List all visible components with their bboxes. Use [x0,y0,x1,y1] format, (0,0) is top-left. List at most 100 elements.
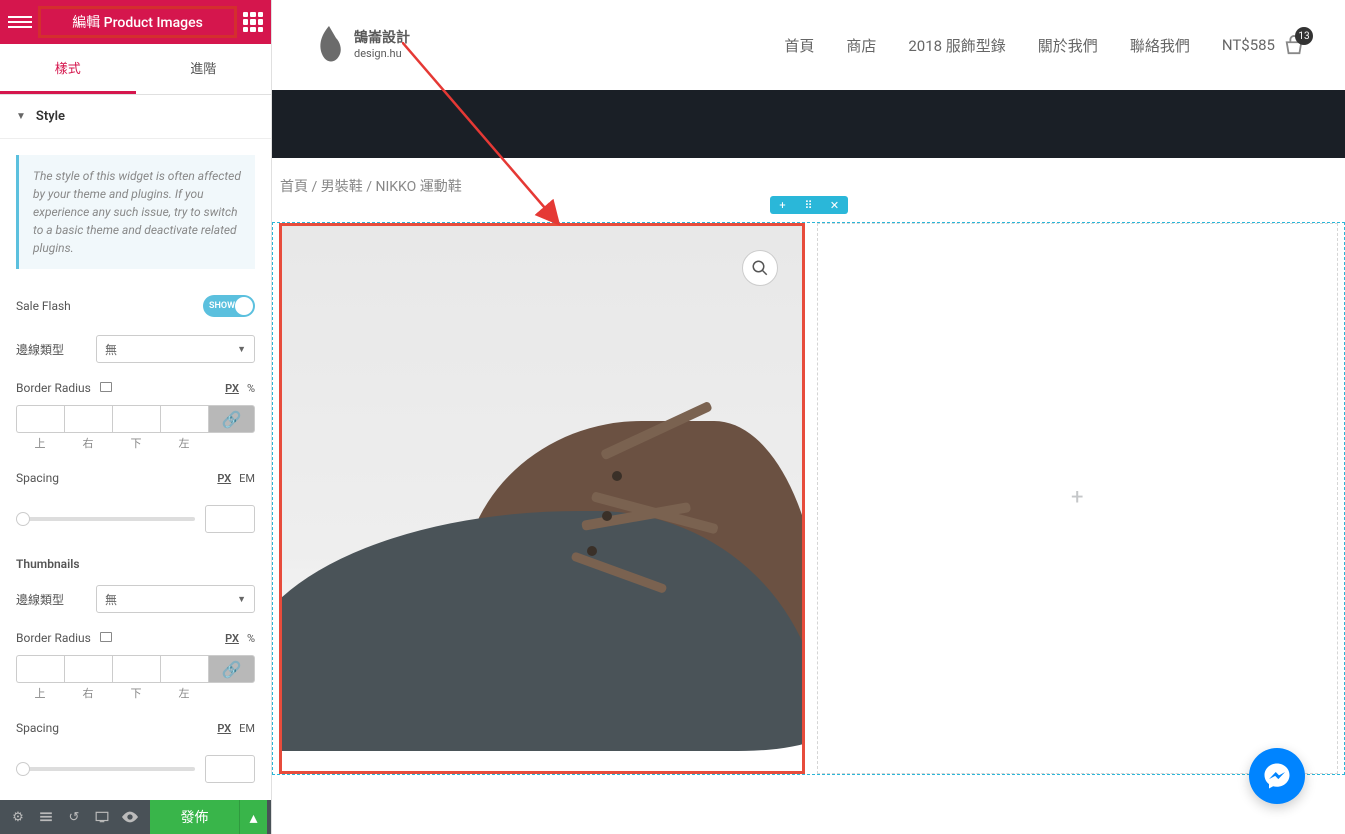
border-radius-row: Border Radius PX % [0,371,271,405]
thumb-spacing-label: Spacing [16,721,59,735]
spacing-row: Spacing PX EM [0,461,271,495]
thumb-spacing-value[interactable] [205,755,255,783]
thumb-link-values-button[interactable]: 🔗 [208,655,255,683]
radius-top[interactable] [16,405,64,433]
unit-percent[interactable]: % [247,632,255,645]
chevron-down-icon: ▼ [16,111,26,122]
preview-icon[interactable] [116,803,144,831]
sidebar-content: ▼ Style The style of this widget is ofte… [0,95,271,800]
unit-em[interactable]: EM [239,472,255,485]
drag-section-handle[interactable]: ⠿ [796,196,822,214]
theme-warning-note: The style of this widget is often affect… [16,155,255,269]
nav-shop[interactable]: 商店 [846,35,876,56]
responsive-icon[interactable] [100,632,112,642]
thumb-radius-right[interactable] [64,655,112,683]
spacing-slider-row [0,495,271,543]
site-logo[interactable]: 鵠崙設計 design.hu [312,24,410,66]
product-images-widget[interactable]: ⛶ ✎ [279,223,805,774]
hamburger-icon[interactable] [8,11,32,33]
unit-px[interactable]: PX [225,632,239,645]
thumb-radius-top[interactable] [16,655,64,683]
hero-banner [272,90,1345,158]
section-row: ⛶ ✎ + [272,222,1345,775]
panel-tabs: 樣式 進階 [0,44,271,95]
thumb-radius-bottom[interactable] [112,655,160,683]
remove-section-button[interactable]: ✕ [822,196,848,214]
unit-em[interactable]: EM [239,722,255,735]
sidebar-header: 編輯 Product Images [0,0,271,44]
logo-sub-text: design.hu [354,47,410,60]
accordion-style-label: Style [36,109,65,124]
section-handles: + ⠿ ✕ [770,196,848,214]
radius-right[interactable] [64,405,112,433]
thumb-border-type-select[interactable]: 無 ▼ [96,585,255,613]
thumb-spacing-row: Spacing PX EM [0,711,271,745]
spacing-slider[interactable] [16,517,195,521]
thumb-spacing-slider-row [0,745,271,793]
publish-button[interactable]: 發佈 [150,800,239,834]
border-radius-label: Border Radius [16,381,91,395]
border-type-row: 邊線類型 無 ▼ [0,327,271,371]
breadcrumb-home[interactable]: 首頁 [280,179,308,195]
chevron-down-icon: ▼ [237,594,246,605]
main-nav: 首頁 商店 2018 服飾型錄 關於我們 聯絡我們 NT$585 13 [784,35,1305,56]
radius-bottom[interactable] [112,405,160,433]
sale-flash-control: Sale Flash SHOW [0,285,271,327]
empty-column[interactable]: + [817,223,1339,774]
thumb-border-type-row: 邊線類型 無 ▼ [0,577,271,621]
thumb-border-type-label: 邊線類型 [16,591,66,608]
link-values-button[interactable]: 🔗 [208,405,255,433]
thumb-border-radius-label: Border Radius [16,631,91,645]
spacing-value[interactable] [205,505,255,533]
widget-title: 編輯 Product Images [38,6,237,38]
add-widget-placeholder[interactable]: + [818,224,1338,771]
sidebar-footer: ⚙ ↺ 發佈 ▴ [0,800,271,834]
shoe-image [282,371,802,751]
breadcrumb-category[interactable]: 男裝鞋 [321,179,363,195]
spacing-label: Spacing [16,471,59,485]
site-header: 鵠崙設計 design.hu 首頁 商店 2018 服飾型錄 關於我們 聯絡我們… [272,0,1345,90]
chevron-down-icon: ▼ [237,344,246,355]
navigator-icon[interactable] [32,803,60,831]
radius-left[interactable] [160,405,208,433]
unit-px[interactable]: PX [217,472,231,485]
border-type-label: 邊線類型 [16,341,66,358]
slider-thumb[interactable] [16,762,30,776]
unit-px[interactable]: PX [217,722,231,735]
nav-about[interactable]: 關於我們 [1038,35,1098,56]
border-radius-inputs: 🔗 [0,405,271,433]
history-icon[interactable]: ↺ [60,803,88,831]
cart[interactable]: NT$585 13 [1222,35,1305,55]
editor-sidebar: 編輯 Product Images 樣式 進階 ▼ Style The styl… [0,0,272,834]
plus-icon: + [1071,485,1083,510]
responsive-mode-icon[interactable] [88,803,116,831]
publish-dropdown[interactable]: ▴ [239,800,267,834]
preview-canvas: 鵠崙設計 design.hu 首頁 商店 2018 服飾型錄 關於我們 聯絡我們… [272,0,1345,834]
responsive-icon[interactable] [100,382,112,392]
sale-flash-label: Sale Flash [16,299,71,313]
zoom-icon[interactable] [742,250,778,286]
nav-catalog[interactable]: 2018 服飾型錄 [908,35,1005,56]
product-image [282,226,802,771]
nav-contact[interactable]: 聯絡我們 [1130,35,1190,56]
messenger-fab[interactable] [1249,748,1305,804]
unit-px[interactable]: PX [225,382,239,395]
tab-advanced[interactable]: 進階 [136,44,272,94]
thumb-spacing-slider[interactable] [16,767,195,771]
accordion-style[interactable]: ▼ Style [0,95,271,139]
widgets-grid-icon[interactable] [243,12,263,32]
slider-thumb[interactable] [16,512,30,526]
thumb-radius-left[interactable] [160,655,208,683]
cart-count-badge: 13 [1295,27,1313,45]
cart-price: NT$585 [1222,36,1275,54]
thumb-border-radius-row: Border Radius PX % [0,621,271,655]
border-type-select[interactable]: 無 ▼ [96,335,255,363]
unit-percent[interactable]: % [247,382,255,395]
sale-flash-toggle[interactable]: SHOW [203,295,255,317]
tab-style[interactable]: 樣式 [0,44,136,94]
add-section-button[interactable]: + [770,196,796,214]
nav-home[interactable]: 首頁 [784,35,814,56]
settings-icon[interactable]: ⚙ [4,803,32,831]
radius-side-labels: 上 右 下 左 [0,433,271,461]
breadcrumb-product: NIKKO 運動鞋 [375,179,461,195]
